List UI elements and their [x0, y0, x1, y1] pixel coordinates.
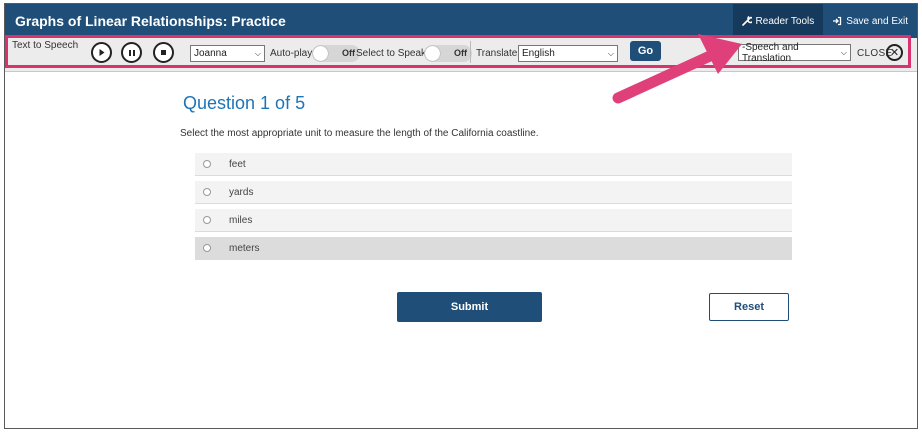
translate-label: Translate	[476, 48, 518, 59]
option-label: meters	[229, 242, 260, 254]
close-icon[interactable]: ✕	[886, 44, 903, 61]
pause-icon	[128, 49, 135, 56]
text-to-speech-label: Text to Speech	[12, 40, 79, 51]
play-icon	[99, 49, 104, 56]
option-label: yards	[229, 186, 254, 198]
voice-select[interactable]: Joanna ⌵	[190, 45, 265, 62]
toolbar-divider	[470, 41, 471, 63]
chevron-down-icon: ⌵	[607, 48, 614, 58]
tool-mode-value: -Speech and Translation	[742, 41, 799, 64]
autoplay-state: Off	[342, 48, 355, 58]
radio-button[interactable]	[203, 216, 211, 224]
option-label: feet	[229, 158, 246, 170]
language-select[interactable]: English ⌵	[518, 45, 618, 62]
chevron-down-icon: ⌵	[840, 47, 847, 57]
autoplay-toggle[interactable]: Off	[312, 45, 360, 62]
reset-button[interactable]: Reset	[709, 293, 789, 321]
wrench-icon	[741, 16, 752, 26]
answer-option-miles[interactable]: miles	[195, 209, 792, 232]
radio-button[interactable]	[203, 160, 211, 168]
stop-icon	[161, 50, 166, 55]
select-to-speak-state: Off	[454, 48, 467, 58]
answer-option-meters[interactable]: meters	[195, 237, 792, 260]
app-header: Graphs of Linear Relationships: Practice…	[5, 4, 917, 38]
app-title: Graphs of Linear Relationships: Practice	[15, 13, 286, 29]
reader-tools-button[interactable]: Reader Tools	[732, 4, 824, 38]
stop-button[interactable]	[153, 42, 174, 63]
save-and-exit-button[interactable]: Save and Exit	[823, 4, 917, 38]
app-frame: Graphs of Linear Relationships: Practice…	[4, 3, 918, 429]
option-label: miles	[229, 214, 253, 226]
autoplay-label: Auto-play:	[270, 48, 316, 59]
question-title: Question 1 of 5	[183, 93, 306, 113]
save-and-exit-label: Save and Exit	[846, 15, 908, 27]
toggle-knob	[425, 46, 440, 61]
select-to-speak-label: Select to Speak:	[356, 48, 429, 59]
answer-option-feet[interactable]: feet	[195, 153, 792, 176]
select-to-speak-toggle[interactable]: Off	[424, 45, 472, 62]
radio-button[interactable]	[203, 244, 211, 252]
toggle-knob	[313, 46, 328, 61]
play-button[interactable]	[91, 42, 112, 63]
language-value: English	[522, 48, 555, 59]
question-prompt: Select the most appropriate unit to meas…	[180, 128, 539, 139]
go-button[interactable]: Go	[630, 41, 661, 61]
pause-button[interactable]	[121, 42, 142, 63]
voice-value: Joanna	[194, 48, 227, 59]
chevron-down-icon: ⌵	[254, 48, 261, 58]
submit-button[interactable]: Submit	[397, 292, 542, 322]
sign-in-icon	[833, 16, 842, 26]
answer-option-yards[interactable]: yards	[195, 181, 792, 204]
reader-tools-label: Reader Tools	[755, 15, 815, 27]
radio-button[interactable]	[203, 188, 211, 196]
tool-mode-select[interactable]: -Speech and Translation ⌵	[738, 41, 851, 64]
